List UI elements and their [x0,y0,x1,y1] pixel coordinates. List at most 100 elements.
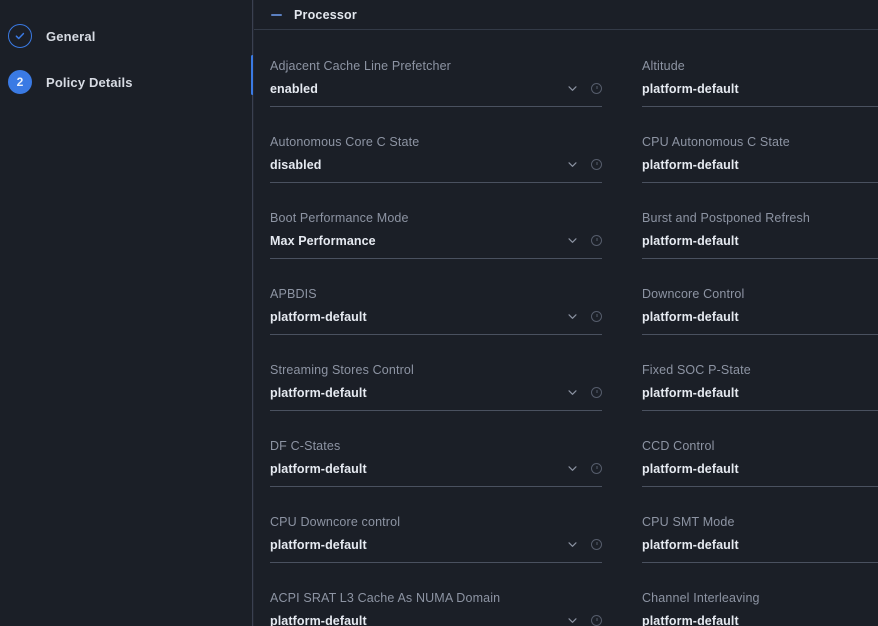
setting-field-icons [567,615,602,626]
chevron-down-icon[interactable] [567,235,578,246]
setting-dropdown[interactable]: platform-default [270,310,602,335]
setting-dropdown[interactable]: platform-default [270,462,602,487]
setting-field-label: Autonomous Core C State [270,135,420,149]
setting-field-label: Fixed SOC P-State [642,363,751,377]
setting-field-icons [567,311,602,322]
setting-field: DF C-States platform-default [254,424,630,500]
setting-dropdown[interactable]: platform-default [642,310,878,335]
processor-settings-grid: Adjacent Cache Line Prefetcher enabled Alt… [254,30,878,626]
setting-field: ACPI SRAT L3 Cache As NUMA Domain platfor… [254,576,630,626]
setting-field: Fixed SOC P-State platform-default [630,348,878,424]
setting-field-label: Downcore Control [642,287,745,301]
setting-dropdown-value: platform-default [270,538,367,552]
section-header-processor[interactable]: Processor [254,0,878,30]
info-icon[interactable] [591,539,602,550]
sidebar-item-label: Policy Details [46,74,133,90]
setting-field-label: Channel Interleaving [642,591,760,605]
setting-dropdown-value: platform-default [270,462,367,476]
setting-dropdown[interactable]: platform-default [642,462,878,487]
policy-details-panel: Processor Adjacent Cache Line Prefetcher… [253,0,878,626]
sidebar-item-general[interactable]: General [0,13,252,59]
policy-wizard: General 2 Policy Details Processor Adjac… [0,0,878,626]
setting-dropdown-value: platform-default [642,82,739,96]
minus-icon[interactable] [270,8,283,21]
chevron-down-icon[interactable] [567,615,578,626]
setting-field-label: Boot Performance Mode [270,211,409,225]
setting-field-label: DF C-States [270,439,341,453]
setting-dropdown[interactable]: platform-default [642,158,878,183]
setting-field-icons [567,235,602,246]
info-icon[interactable] [591,615,602,626]
setting-field-icons [567,159,602,170]
setting-field-label: CCD Control [642,439,715,453]
setting-field: Boot Performance Mode Max Performance [254,196,630,272]
setting-field: CPU Downcore control platform-default [254,500,630,576]
setting-dropdown-value: platform-default [642,538,739,552]
setting-field-icons [567,463,602,474]
setting-field: CCD Control platform-default [630,424,878,500]
setting-dropdown[interactable]: enabled [270,82,602,107]
chevron-down-icon[interactable] [567,159,578,170]
info-icon[interactable] [591,159,602,170]
setting-field-label: APBDIS [270,287,317,301]
setting-dropdown[interactable]: Max Performance [270,234,602,259]
setting-field-label: Altitude [642,59,685,73]
setting-dropdown[interactable]: platform-default [642,234,878,259]
setting-field: Altitude platform-default [630,44,878,120]
setting-dropdown-value: platform-default [642,462,739,476]
setting-dropdown-value: disabled [270,158,322,172]
setting-dropdown[interactable]: platform-default [642,82,878,107]
setting-dropdown-value: Max Performance [270,234,376,248]
setting-field-label: Burst and Postponed Refresh [642,211,811,225]
setting-dropdown-value: platform-default [270,614,367,626]
setting-dropdown-value: platform-default [270,310,367,324]
setting-field-icons [567,387,602,398]
info-icon[interactable] [591,463,602,474]
step-number-badge: 2 [8,70,32,94]
setting-field-label: CPU Autonomous C State [642,135,790,149]
setting-dropdown[interactable]: platform-default [642,614,878,626]
setting-dropdown-value: platform-default [642,614,739,626]
info-icon[interactable] [591,83,602,94]
setting-dropdown[interactable]: platform-default [270,538,602,563]
section-title: Processor [294,7,357,22]
sidebar-item-label: General [46,28,96,44]
setting-field: CPU Autonomous C State platform-default [630,120,878,196]
wizard-step-sidebar: General 2 Policy Details [0,0,254,626]
setting-field: APBDIS platform-default [254,272,630,348]
setting-field-label: Streaming Stores Control [270,363,414,377]
setting-field: Burst and Postponed Refresh platform-defa… [630,196,878,272]
setting-dropdown[interactable]: platform-default [270,614,602,626]
step-complete-check-icon [8,24,32,48]
chevron-down-icon[interactable] [567,463,578,474]
setting-field-label: ACPI SRAT L3 Cache As NUMA Domain [270,591,501,605]
info-icon[interactable] [591,235,602,246]
setting-dropdown[interactable]: disabled [270,158,602,183]
chevron-down-icon[interactable] [567,539,578,550]
setting-dropdown[interactable]: platform-default [642,538,878,563]
setting-field: Autonomous Core C State disabled [254,120,630,196]
chevron-down-icon[interactable] [567,83,578,94]
sidebar-item-policy-details[interactable]: 2 Policy Details [0,59,252,105]
setting-field: CPU SMT Mode platform-default [630,500,878,576]
setting-dropdown-value: platform-default [642,310,739,324]
setting-dropdown-value: platform-default [642,234,739,248]
setting-field-label: CPU SMT Mode [642,515,735,529]
setting-field: Downcore Control platform-default [630,272,878,348]
setting-field-label: Adjacent Cache Line Prefetcher [270,59,451,73]
setting-dropdown[interactable]: platform-default [270,386,602,411]
setting-field: Channel Interleaving platform-default [630,576,878,626]
setting-field: Streaming Stores Control platform-default [254,348,630,424]
setting-field-icons [567,539,602,550]
setting-dropdown-value: platform-default [642,386,739,400]
setting-dropdown-value: platform-default [642,158,739,172]
info-icon[interactable] [591,387,602,398]
chevron-down-icon[interactable] [567,387,578,398]
setting-field-icons [567,83,602,94]
chevron-down-icon[interactable] [567,311,578,322]
setting-field: Adjacent Cache Line Prefetcher enabled [254,44,630,120]
setting-dropdown[interactable]: platform-default [642,386,878,411]
setting-field-label: CPU Downcore control [270,515,401,529]
setting-dropdown-value: enabled [270,82,318,96]
info-icon[interactable] [591,311,602,322]
